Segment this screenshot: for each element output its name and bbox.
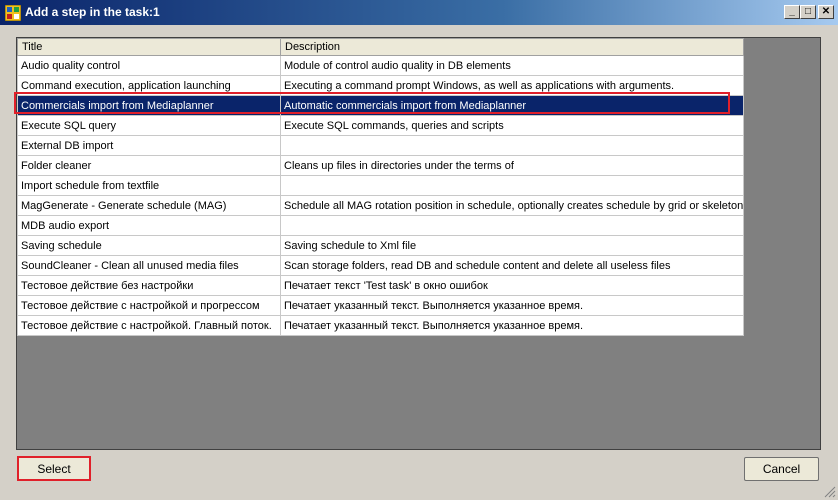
close-icon: ✕ — [821, 6, 831, 17]
row-title-cell[interactable]: Commercials import from Mediaplanner — [17, 95, 281, 116]
app-icon — [4, 4, 22, 22]
row-title-cell[interactable]: SoundCleaner - Clean all unused media fi… — [17, 255, 281, 276]
table-row[interactable]: Saving schedule Saving schedule to Xml fi… — [17, 235, 745, 256]
close-button[interactable]: ✕ — [818, 5, 834, 19]
row-description-cell[interactable]: Scan storage folders, read DB and schedu… — [279, 255, 745, 276]
row-description-cell[interactable]: Execute SQL commands, queries and script… — [279, 115, 745, 136]
minimize-button[interactable]: _ — [784, 5, 800, 19]
table-row[interactable]: MagGenerate - Generate schedule (MAG) Sch… — [17, 195, 745, 216]
row-description-cell[interactable]: Schedule all MAG rotation position in sc… — [279, 195, 745, 216]
column-header-title[interactable]: Title — [17, 38, 281, 56]
row-title-cell[interactable]: Saving schedule — [17, 235, 281, 256]
maximize-button[interactable]: □ — [800, 5, 816, 19]
row-title-cell[interactable]: Import schedule from textfile — [17, 175, 281, 196]
select-button[interactable]: Select — [17, 456, 91, 481]
minimize-icon: _ — [789, 6, 795, 17]
row-description-cell[interactable]: Module of control audio quality in DB el… — [279, 55, 745, 76]
column-header-description[interactable]: Description — [279, 38, 745, 56]
table-row[interactable]: Folder cleaner Cleans up files in directo… — [17, 155, 745, 176]
table-row[interactable]: SoundCleaner - Clean all unused media fi… — [17, 255, 745, 276]
row-description-cell[interactable]: Executing a command prompt Windows, as w… — [279, 75, 745, 96]
row-description-cell[interactable]: Saving schedule to Xml file — [279, 235, 745, 256]
table-row[interactable]: Commercials import from Mediaplanner Auto… — [17, 95, 745, 116]
table-row[interactable]: MDB audio export — [17, 215, 745, 236]
row-title-cell[interactable]: Тестовое действие без настройки — [17, 275, 281, 296]
table-row[interactable]: Import schedule from textfile — [17, 175, 745, 196]
table-row[interactable]: Command execution, application launching… — [17, 75, 745, 96]
window-title: Add a step in the task:1 — [25, 5, 160, 19]
row-description-cell[interactable]: Печатает указанный текст. Выполняется ук… — [279, 295, 745, 316]
row-description-cell[interactable] — [279, 135, 745, 156]
row-title-cell[interactable]: Command execution, application launching — [17, 75, 281, 96]
maximize-icon: □ — [804, 6, 812, 17]
resize-grip-icon[interactable] — [824, 486, 836, 498]
table-row[interactable]: Тестовое действие с настройкой. Главный … — [17, 315, 745, 336]
row-description-cell[interactable] — [279, 215, 745, 236]
row-description-cell[interactable]: Печатает указанный текст. Выполняется ук… — [279, 315, 745, 336]
steps-grid[interactable]: Title Description Audio quality control M… — [16, 37, 821, 450]
row-title-cell[interactable]: MDB audio export — [17, 215, 281, 236]
row-description-cell[interactable]: Cleans up files in directories under the… — [279, 155, 745, 176]
table-row[interactable]: Тестовое действие без настройки Печатает … — [17, 275, 745, 296]
row-description-cell[interactable]: Печатает текст 'Test task' в окно ошибок — [279, 275, 745, 296]
row-title-cell[interactable]: Тестовое действие с настройкой. Главный … — [17, 315, 281, 336]
header-row: Title Description — [17, 38, 745, 56]
title-bar[interactable]: Add a step in the task:1 _ □ ✕ — [0, 0, 838, 25]
steps-table: Title Description Audio quality control M… — [17, 38, 745, 336]
cancel-button[interactable]: Cancel — [744, 457, 819, 481]
row-title-cell[interactable]: Folder cleaner — [17, 155, 281, 176]
row-description-cell[interactable]: Automatic commercials import from Mediap… — [279, 95, 745, 116]
row-title-cell[interactable]: Тестовое действие с настройкой и прогрес… — [17, 295, 281, 316]
row-title-cell[interactable]: Audio quality control — [17, 55, 281, 76]
row-description-cell[interactable] — [279, 175, 745, 196]
row-title-cell[interactable]: MagGenerate - Generate schedule (MAG) — [17, 195, 281, 216]
table-row[interactable]: Execute SQL query Execute SQL commands, q… — [17, 115, 745, 136]
row-title-cell[interactable]: External DB import — [17, 135, 281, 156]
table-row[interactable]: External DB import — [17, 135, 745, 156]
row-title-cell[interactable]: Execute SQL query — [17, 115, 281, 136]
table-row[interactable]: Тестовое действие с настройкой и прогрес… — [17, 295, 745, 316]
table-row[interactable]: Audio quality control Module of control a… — [17, 55, 745, 76]
